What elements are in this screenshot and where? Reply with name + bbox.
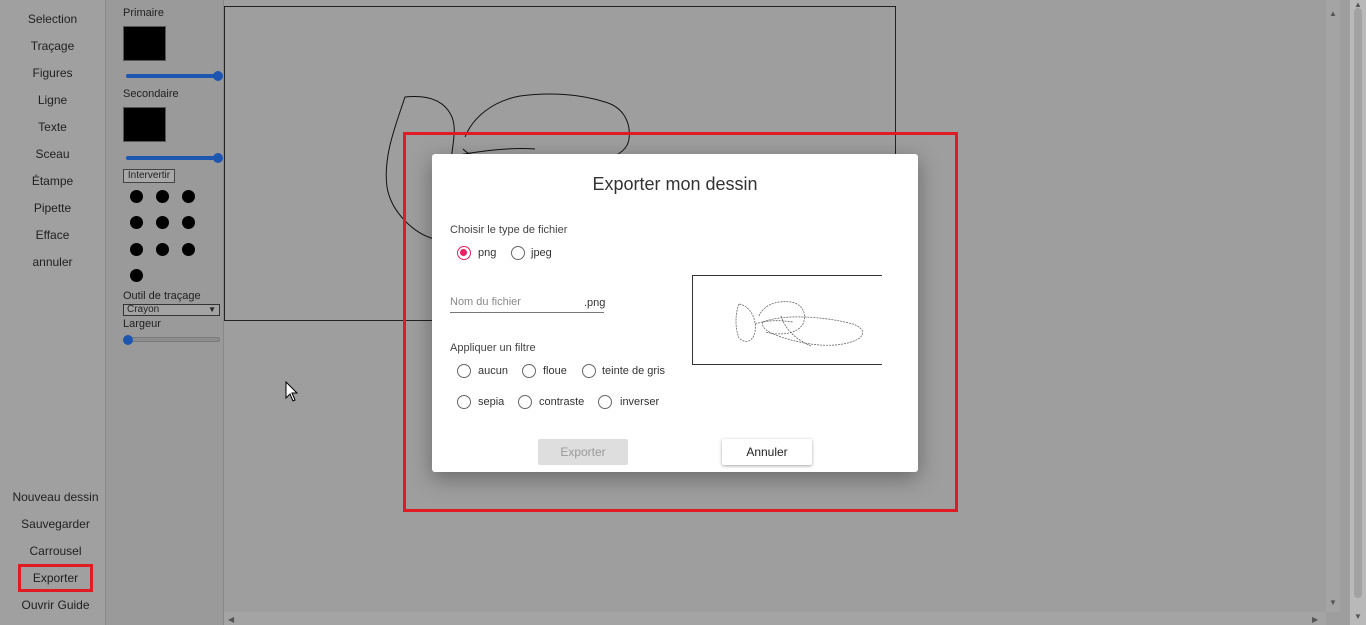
scroll-left-icon[interactable]: ◀ [228, 615, 234, 624]
recent-color-swatch[interactable] [156, 190, 169, 203]
recent-color-swatch[interactable] [156, 243, 169, 256]
width-slider[interactable] [123, 335, 220, 345]
tool-selection[interactable]: Selection [0, 12, 105, 26]
slider-thumb[interactable] [213, 71, 223, 81]
width-label: Largeur [123, 318, 161, 330]
primary-color-label: Primaire [123, 7, 164, 19]
tool-sidebar: Selection Traçage Figures Ligne Texte Sc… [0, 0, 106, 625]
tool-sceau[interactable]: Sceau [0, 147, 105, 161]
secondary-opacity-slider[interactable] [126, 153, 223, 163]
export-highlight-box [18, 564, 93, 592]
chevron-down-icon: ▼ [208, 305, 216, 314]
secondary-color-label: Secondaire [123, 88, 179, 100]
tool-pipette[interactable]: Pipette [0, 201, 105, 215]
primary-color-swatch[interactable] [123, 26, 166, 61]
scroll-up-icon[interactable]: ▲ [1354, 0, 1362, 9]
recent-color-swatch[interactable] [130, 216, 143, 229]
tool-type-value: Crayon [127, 304, 160, 315]
scroll-down-icon[interactable]: ▼ [1329, 598, 1337, 607]
slider-thumb[interactable] [213, 153, 223, 163]
swap-colors-button[interactable]: Intervertir [123, 169, 175, 183]
recent-color-swatch[interactable] [130, 243, 143, 256]
secondary-color-swatch[interactable] [123, 107, 166, 142]
recent-color-swatch[interactable] [182, 190, 195, 203]
tool-texte[interactable]: Texte [0, 120, 105, 134]
new-drawing-button[interactable]: Nouveau dessin [0, 490, 111, 504]
recent-color-swatch[interactable] [182, 216, 195, 229]
primary-opacity-slider[interactable] [126, 71, 223, 81]
recent-color-swatch[interactable] [182, 243, 195, 256]
tool-ligne[interactable]: Ligne [0, 93, 105, 107]
recent-color-swatch[interactable] [156, 216, 169, 229]
tool-figures[interactable]: Figures [0, 66, 105, 80]
open-guide-button[interactable]: Ouvrir Guide [0, 598, 111, 612]
scroll-down-icon[interactable]: ▼ [1354, 612, 1362, 621]
slider-thumb[interactable] [123, 335, 133, 345]
page-scrollbar-thumb[interactable] [1354, 8, 1362, 598]
recent-color-swatch[interactable] [130, 190, 143, 203]
scroll-up-icon[interactable]: ▲ [1329, 9, 1337, 18]
canvas-vertical-scrollbar[interactable]: ▲ ▼ [1326, 0, 1340, 612]
canvas-horizontal-scrollbar[interactable]: ◀ ▶ [224, 612, 1326, 625]
tool-type-label: Outil de traçage [123, 290, 201, 302]
dialog-highlight-box [403, 132, 958, 512]
tool-etampe[interactable]: Étampe [0, 174, 105, 188]
scroll-right-icon[interactable]: ▶ [1312, 615, 1318, 624]
save-button[interactable]: Sauvegarder [0, 517, 111, 531]
tool-type-select[interactable]: Crayon ▼ [123, 304, 220, 316]
attribute-panel: Primaire Secondaire Intervertir Outil de… [106, 0, 224, 625]
tool-annuler[interactable]: annuler [0, 255, 105, 269]
recent-color-swatch[interactable] [130, 269, 143, 282]
tool-tracage[interactable]: Traçage [0, 39, 105, 53]
page-scrollbar[interactable]: ▲ ▼ [1350, 0, 1366, 625]
mouse-cursor-icon [285, 380, 299, 406]
carousel-button[interactable]: Carrousel [0, 544, 111, 558]
tool-efface[interactable]: Efface [0, 228, 105, 242]
